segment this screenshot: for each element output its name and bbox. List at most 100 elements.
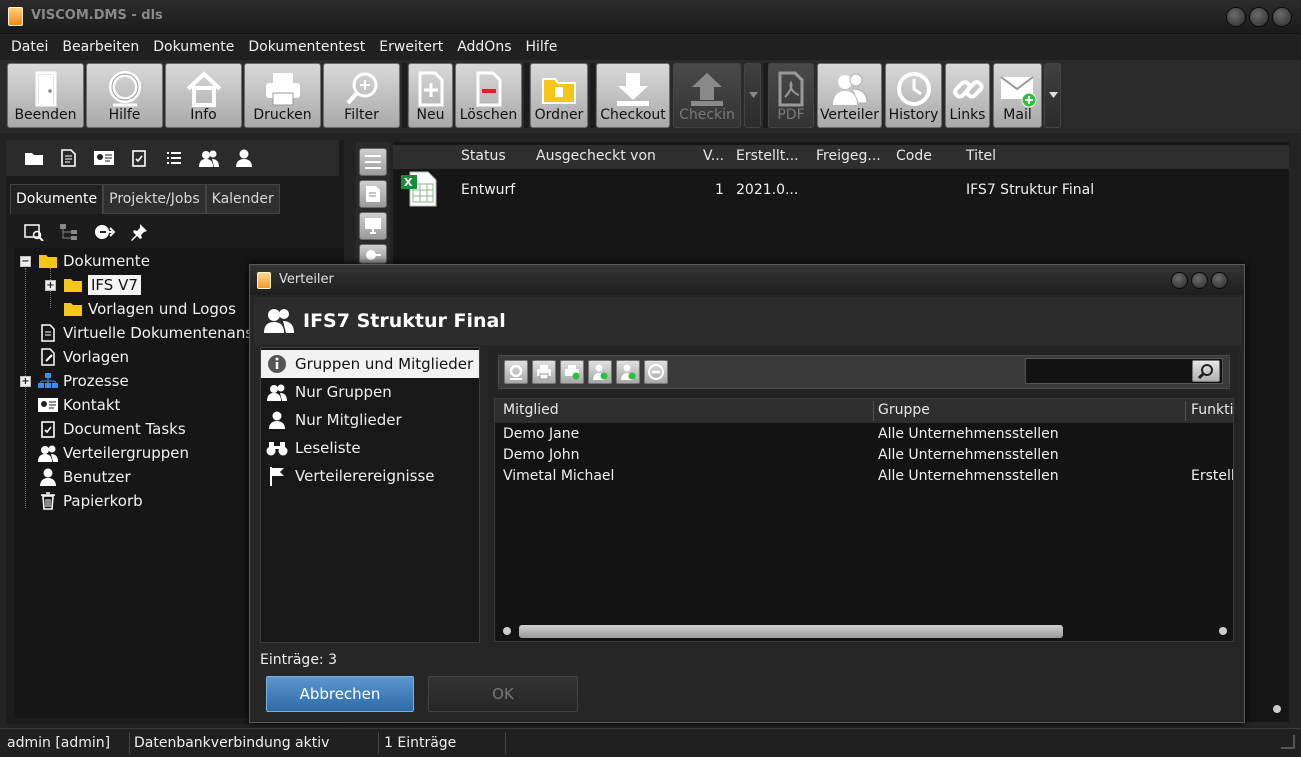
nav-nur-gruppen[interactable]: Nur Gruppen [261,378,479,406]
menu-dokumente[interactable]: Dokumente [146,35,241,60]
neu-button[interactable]: Neu [408,63,453,128]
tree-node-vorlagen-und-logos[interactable]: Vorlagen und Logos [62,297,236,321]
menu-erweitert[interactable]: Erweitert [372,35,450,60]
tree-node-papierkorb[interactable]: Papierkorb [37,489,143,513]
resize-grip[interactable] [1281,735,1295,749]
remove-tool-button[interactable] [644,360,668,384]
pin-icon[interactable] [121,223,156,241]
tab-kalender[interactable]: Kalender [205,184,280,214]
checkout-button[interactable]: Checkout [596,63,670,128]
tree-node-benutzer[interactable]: Benutzer [37,465,131,489]
column-ausgecheckt-von[interactable]: Ausgecheckt von [536,148,656,164]
dialog-minimize-button[interactable] [1171,272,1188,289]
status-entries: 1 Einträge [384,735,457,751]
beenden-button[interactable]: Beenden [7,63,84,128]
tab-projekte-jobs[interactable]: Projekte/Jobs [103,184,206,214]
dialog-maximize-button[interactable] [1191,272,1208,289]
menu-dokumententest[interactable]: Dokumententest [241,35,372,60]
menu-bearbeiten[interactable]: Bearbeiten [55,35,146,60]
tab-dokumente[interactable]: Dokumente [10,184,104,214]
column-version[interactable]: V... [703,148,724,164]
checkin-button[interactable]: Checkin [673,63,741,128]
print-export-tool-button[interactable] [560,360,584,384]
pdf-button[interactable]: PDF [768,63,814,128]
filter-button[interactable]: Filter [323,63,400,128]
checkin-dropdown-button[interactable] [744,63,761,128]
loeschen-button[interactable]: Löschen [455,63,522,128]
list-view-button[interactable] [359,148,387,176]
cancel-button[interactable]: Abbrechen [266,676,414,712]
column-funktion[interactable]: Funkti [1191,402,1233,418]
document-list-icon[interactable] [51,149,86,167]
tree-node-vorlagen[interactable]: Vorlagen [37,345,129,369]
print-tool-button[interactable] [532,360,556,384]
dialog-close-button[interactable] [1211,272,1228,289]
links-button[interactable]: Links [945,63,990,128]
menu-datei[interactable]: Datei [4,35,55,60]
ok-button[interactable]: OK [428,676,578,712]
binoculars-icon [265,440,289,456]
nav-leseliste[interactable]: Leseliste [261,434,479,462]
tree-node-prozesse[interactable]: + Prozesse [20,369,129,393]
menu-hilfe[interactable]: Hilfe [519,35,565,60]
nav-nur-mitglieder[interactable]: Nur Mitglieder [261,406,479,434]
tree-structure-icon[interactable] [51,223,86,241]
tree-node-document-tasks[interactable]: Document Tasks [37,417,186,441]
contact-card-icon[interactable] [86,150,121,166]
expand-icon[interactable]: + [20,375,31,387]
chain-link-icon [949,70,987,108]
details-view-button[interactable] [359,180,387,208]
dialog-title-bar: Verteiler [250,265,1244,295]
column-status[interactable]: Status [461,148,506,164]
verteiler-button[interactable]: Verteiler [817,63,882,128]
folder-search-icon[interactable] [16,223,51,241]
mail-button[interactable]: Mail [993,63,1042,128]
horizontal-scrollbar[interactable] [499,621,1231,639]
mail-dropdown-button[interactable] [1044,63,1061,128]
tree-node-dokumente[interactable]: − Dokumente [20,249,150,273]
scrollbar-thumb[interactable] [519,625,1063,638]
scroll-right-button[interactable] [1219,627,1227,635]
user-icon[interactable] [226,149,261,167]
search-button[interactable] [1192,360,1220,382]
maximize-button[interactable] [1249,7,1269,27]
scrollbar-end[interactable] [1273,705,1281,713]
column-freigegeben[interactable]: Freigeg... [816,148,881,164]
ordner-button[interactable]: Ordner [530,63,588,128]
column-erstellt[interactable]: Erstellt... [736,148,799,164]
tree-node-kontakt[interactable]: Kontakt [37,393,120,417]
folder-icon [540,70,578,108]
menu-addons[interactable]: AddOns [450,35,518,60]
minimize-button[interactable] [1226,7,1246,27]
window-controls [1226,7,1292,27]
tree-node-verteilergruppen[interactable]: Verteilergruppen [37,441,189,465]
collapse-icon[interactable]: − [20,255,31,267]
scroll-left-button[interactable] [503,627,511,635]
list-icon[interactable] [156,150,191,166]
drucken-button[interactable]: Drucken [244,63,321,128]
column-code[interactable]: Code [896,148,932,164]
tree-node-virtuelle-dokumentenansicht[interactable]: Virtuelle Dokumentenansic [37,321,266,345]
preview-button[interactable] [359,212,387,240]
mail-add-icon [999,70,1037,108]
help-tool-button[interactable] [504,360,528,384]
history-button[interactable]: History [885,63,942,128]
member-search-field[interactable] [1025,358,1223,384]
users-icon[interactable] [191,149,226,167]
column-mitglied[interactable]: Mitglied [503,402,559,418]
column-gruppe[interactable]: Gruppe [878,402,930,418]
nav-gruppen-und-mitglieder[interactable]: Gruppen und Mitglieder [261,350,479,378]
expand-icon[interactable]: + [45,279,56,291]
export-icon[interactable] [86,223,121,241]
task-icon[interactable] [121,149,156,167]
hilfe-button[interactable]: Hilfe [86,63,163,128]
nav-verteilerereignisse[interactable]: Verteilerereignisse [261,462,479,490]
export-view-button[interactable] [359,244,387,264]
info-button[interactable]: Info [165,63,242,128]
folder-view-icon[interactable] [16,150,51,166]
add-member-tool-button[interactable] [588,360,612,384]
column-titel[interactable]: Titel [966,148,996,164]
add-group-tool-button[interactable] [616,360,640,384]
tree-node-ifs-v7[interactable]: + IFS V7 [45,273,141,297]
close-button[interactable] [1272,7,1292,27]
